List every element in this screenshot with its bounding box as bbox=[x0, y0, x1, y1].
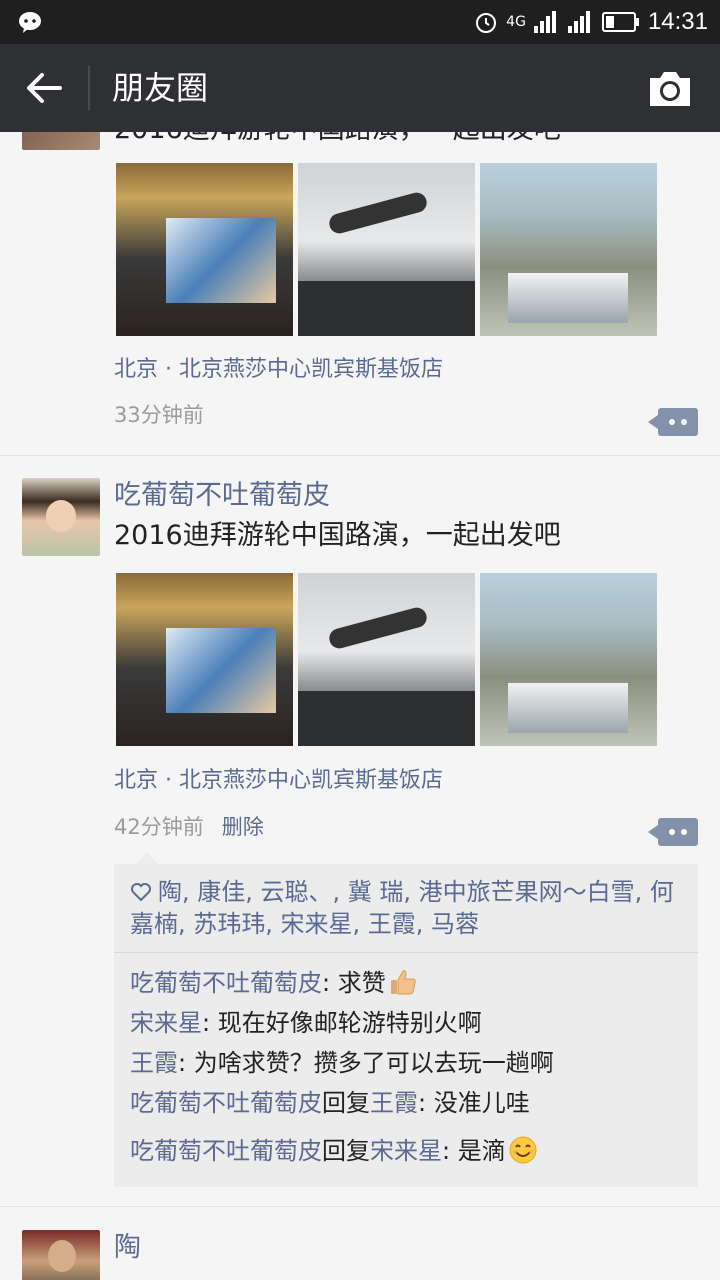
comments-list: 吃葡萄不吐葡萄皮: 求赞 宋来星: 现在好像邮轮游特别火啊 王霞: 为啥求赞？攒… bbox=[114, 953, 698, 1187]
comment-dots-icon[interactable] bbox=[648, 408, 698, 436]
post-meta: 42分钟前 删除 bbox=[114, 812, 264, 842]
avatar[interactable] bbox=[22, 132, 100, 150]
post-time: 42分钟前 bbox=[114, 815, 204, 839]
comment-text: 没准儿哇 bbox=[433, 1089, 530, 1117]
comment-text: 为啥求赞？攒多了可以去玩一趟啊 bbox=[193, 1049, 554, 1077]
post-author[interactable]: 陶 bbox=[114, 1230, 141, 1266]
clock: 14:31 bbox=[647, 8, 708, 35]
likes-names[interactable]: 陶, 康佳, 云聪、, 冀 瑞, 港中旅芒果网～白雪, 何嘉楠, 苏玮玮, 宋来… bbox=[130, 878, 674, 938]
reply-target[interactable]: 王霞 bbox=[370, 1089, 418, 1117]
comment-text: 现在好像邮轮游特别火啊 bbox=[217, 1009, 482, 1037]
comment-author[interactable]: 吃葡萄不吐葡萄皮 bbox=[130, 969, 322, 997]
camera-icon[interactable] bbox=[648, 68, 692, 108]
smile-emoji bbox=[509, 1136, 537, 1164]
signal-icon bbox=[533, 11, 556, 33]
comment-sep: : bbox=[322, 969, 338, 997]
reply-word: 回复 bbox=[322, 1137, 370, 1165]
likes-and-comments: 陶, 康佳, 云聪、, 冀 瑞, 港中旅芒果网～白雪, 何嘉楠, 苏玮玮, 宋来… bbox=[114, 852, 698, 1187]
comment-item[interactable]: 吃葡萄不吐葡萄皮: 求赞 bbox=[130, 963, 682, 1003]
delete-button[interactable]: 删除 bbox=[222, 812, 264, 842]
photo-conference-hall[interactable] bbox=[116, 163, 293, 336]
post-divider bbox=[0, 455, 720, 456]
comment-author[interactable]: 吃葡萄不吐葡萄皮 bbox=[130, 1137, 322, 1165]
likes-list: 陶, 康佳, 云聪、, 冀 瑞, 港中旅芒果网～白雪, 何嘉楠, 苏玮玮, 宋来… bbox=[114, 864, 698, 953]
comment-author[interactable]: 吃葡萄不吐葡萄皮 bbox=[130, 1089, 322, 1117]
page-title: 朋友圈 bbox=[112, 69, 209, 107]
photo-cruise-ship-poster[interactable] bbox=[480, 163, 657, 336]
avatar[interactable] bbox=[22, 478, 100, 556]
comment-item[interactable]: 宋来星: 现在好像邮轮游特别火啊 bbox=[130, 1003, 682, 1043]
comment-author[interactable]: 王霞 bbox=[130, 1049, 178, 1077]
comment-text: 求赞 bbox=[337, 969, 386, 997]
moments-feed[interactable]: 2016迪拜游轮中国路演，一起出发吧 北京 · 北京燕莎中心凯宾斯基饭店 33分… bbox=[0, 132, 720, 1280]
post-author[interactable]: 吃葡萄不吐葡萄皮 bbox=[114, 478, 330, 514]
back-arrow-icon[interactable] bbox=[24, 70, 64, 106]
post-divider bbox=[0, 1206, 720, 1207]
post-location[interactable]: 北京 · 北京燕莎中心凯宾斯基饭店 bbox=[114, 766, 443, 796]
photo-grid bbox=[116, 163, 657, 336]
post-location[interactable]: 北京 · 北京燕莎中心凯宾斯基饭店 bbox=[114, 355, 443, 385]
heart-icon bbox=[131, 883, 151, 902]
photo-grid bbox=[116, 573, 657, 746]
reply-word: 回复 bbox=[322, 1089, 370, 1117]
comment-author[interactable]: 宋来星 bbox=[130, 1009, 202, 1037]
post-time: 33分钟前 bbox=[114, 403, 204, 427]
comment-item[interactable]: 王霞: 为啥求赞？攒多了可以去玩一趟啊 bbox=[130, 1043, 682, 1083]
comment-sep: : bbox=[178, 1049, 194, 1077]
photo-conference-hall[interactable] bbox=[116, 573, 293, 746]
comment-item[interactable]: 吃葡萄不吐葡萄皮回复宋来星: 是滴 bbox=[130, 1131, 682, 1171]
comment-dots-icon[interactable] bbox=[648, 818, 698, 846]
photo-cruise-ship-poster[interactable] bbox=[480, 573, 657, 746]
post-text: 2016迪拜游轮中国路演，一起出发吧 bbox=[114, 520, 561, 551]
comment-sep: : bbox=[442, 1137, 458, 1165]
comment-item[interactable]: 吃葡萄不吐葡萄皮回复王霞: 没准儿哇 bbox=[130, 1083, 682, 1123]
battery-icon bbox=[601, 12, 639, 32]
alarm-icon bbox=[476, 13, 497, 33]
status-bar: 4G 14:31 bbox=[0, 0, 720, 44]
avatar[interactable] bbox=[22, 1230, 100, 1280]
nav-bar: 朋友圈 bbox=[0, 44, 720, 132]
signal-icon-2 bbox=[567, 11, 590, 33]
post-meta: 33分钟前 bbox=[114, 400, 204, 430]
thumbs-up-emoji bbox=[390, 970, 416, 995]
post-text: 2016迪拜游轮中国路演，一起出发吧 bbox=[114, 132, 561, 148]
comment-sep: : bbox=[418, 1089, 434, 1117]
network-type: 4G bbox=[506, 14, 526, 30]
reply-target[interactable]: 宋来星 bbox=[370, 1137, 442, 1165]
wechat-notification-icon bbox=[19, 12, 41, 33]
comment-sep: : bbox=[202, 1009, 218, 1037]
comment-text: 是滴 bbox=[457, 1137, 506, 1165]
photo-airplane-sculpture[interactable] bbox=[298, 163, 475, 336]
nav-divider bbox=[88, 66, 90, 110]
photo-airplane-sculpture[interactable] bbox=[298, 573, 475, 746]
